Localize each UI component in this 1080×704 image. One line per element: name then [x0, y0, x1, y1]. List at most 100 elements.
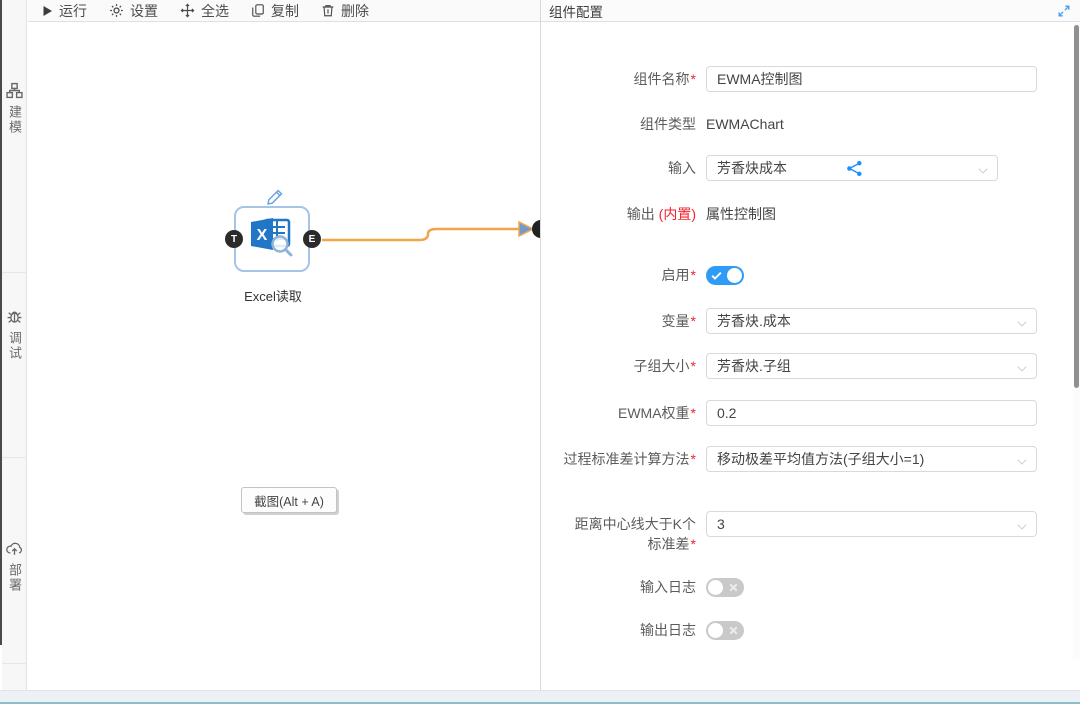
chevron-down-icon	[1018, 363, 1026, 371]
chevron-down-icon	[1018, 318, 1026, 326]
check-icon	[710, 269, 723, 282]
component-name-input[interactable]	[706, 66, 1037, 92]
field-output: 输出 (内置) 属性控制图	[541, 201, 1074, 227]
field-variable: 变量* 芳香炔.成本	[541, 308, 1074, 334]
sidebar-item-debug[interactable]: 调试	[2, 308, 27, 361]
toggle-knob	[708, 623, 723, 638]
node-port-t[interactable]: T	[225, 230, 243, 248]
field-ewma-weight: EWMA权重*	[541, 400, 1074, 426]
excel-icon: X	[249, 216, 295, 263]
sidebar-item-deploy[interactable]: 部署	[2, 540, 27, 593]
select-all-button[interactable]: 全选	[180, 1, 229, 21]
output-log-toggle[interactable]	[706, 621, 744, 640]
node-body[interactable]: X	[234, 206, 310, 272]
field-label: 过程标准差计算方法	[564, 451, 690, 467]
field-label: 子组大小	[634, 358, 690, 374]
field-label: 启用	[662, 267, 690, 283]
sidebar-item-label: 建模	[5, 105, 24, 135]
chevron-down-icon	[1018, 456, 1026, 464]
ewma-weight-input[interactable]	[706, 400, 1037, 426]
field-output-log: 输出日志	[541, 620, 1074, 642]
field-label: EWMA权重	[618, 405, 690, 421]
selected-value: 芳香炔成本	[717, 158, 787, 178]
selected-value: 3	[717, 516, 725, 532]
selected-value: 移动极差平均值方法(子组大小=1)	[717, 449, 924, 469]
field-label: 组件名称	[634, 71, 690, 87]
selected-value: 芳香炔.子组	[717, 356, 791, 376]
gear-icon	[109, 3, 124, 18]
tool-label: 复制	[271, 1, 299, 21]
selected-value: 芳香炔.成本	[717, 311, 791, 331]
k-sigma-select[interactable]: 3	[706, 511, 1037, 537]
play-icon	[42, 5, 53, 17]
share-icon[interactable]	[846, 160, 863, 182]
field-component-type: 组件类型 EWMAChart	[541, 111, 1074, 137]
chevron-down-icon	[979, 165, 987, 173]
excel-read-node[interactable]: X T E Excel读取	[233, 183, 373, 333]
run-button[interactable]: 运行	[42, 1, 87, 21]
field-label: 组件类型	[640, 116, 696, 132]
subgroup-size-select[interactable]: 芳香炔.子组	[706, 353, 1037, 379]
sidebar-divider	[2, 663, 27, 664]
field-label: 距离中心线大于K个标准差	[575, 516, 696, 552]
panel-title: 组件配置	[549, 1, 603, 21]
config-panel: 组件配置 组件名称* 组件类型 EWMAChart 输入 芳香炔成本	[540, 0, 1080, 690]
field-input-log: 输入日志	[541, 577, 1074, 599]
tool-label: 设置	[130, 1, 158, 21]
settings-button[interactable]: 设置	[109, 1, 158, 21]
x-icon	[727, 624, 740, 637]
copy-button[interactable]: 复制	[251, 1, 299, 21]
required-mark: *	[691, 71, 696, 87]
required-mark: *	[691, 358, 696, 374]
bottom-status-bar	[0, 690, 1080, 704]
connection-wire	[28, 23, 540, 690]
field-std-method: 过程标准差计算方法* 移动极差平均值方法(子组大小=1)	[541, 446, 1074, 492]
window-left-edge	[0, 0, 2, 645]
delete-button[interactable]: 删除	[321, 1, 369, 21]
input-log-toggle[interactable]	[706, 578, 744, 597]
field-input: 输入 芳香炔成本	[541, 155, 1074, 181]
enable-toggle[interactable]	[706, 266, 744, 285]
toggle-knob	[727, 268, 742, 283]
sidebar-item-label: 部署	[5, 563, 24, 593]
config-panel-header: 组件配置	[541, 0, 1080, 22]
move-icon	[180, 3, 195, 18]
field-k-sigma: 距离中心线大于K个标准差* 3	[541, 511, 1074, 557]
chevron-down-icon	[1018, 521, 1026, 529]
tool-label: 全选	[201, 1, 229, 21]
field-label: 变量	[662, 313, 690, 329]
canvas-toolbar: 运行 设置 全选	[28, 0, 540, 22]
sidebar-divider	[2, 272, 27, 273]
sidebar-item-modeling[interactable]: 建模	[2, 82, 27, 135]
expand-panel-icon[interactable]	[1057, 4, 1071, 18]
field-label: 输入	[668, 160, 696, 176]
x-icon	[727, 581, 740, 594]
required-mark: *	[691, 267, 696, 283]
screenshot-tooltip: 截图(Alt + A)	[241, 487, 337, 513]
field-enable: 启用*	[541, 265, 1074, 287]
toggle-knob	[708, 580, 723, 595]
left-sidebar: 建模 调试 部署	[2, 0, 27, 690]
builtin-tag: (内置)	[659, 206, 696, 222]
panel-scrollbar[interactable]	[1073, 23, 1080, 660]
tool-label: 运行	[59, 1, 87, 21]
field-label: 输入日志	[640, 579, 696, 595]
config-form: 组件名称* 组件类型 EWMAChart 输入 芳香炔成本	[541, 23, 1074, 658]
node-port-e[interactable]: E	[303, 230, 321, 248]
svg-text:X: X	[257, 227, 268, 244]
std-method-select[interactable]: 移动极差平均值方法(子组大小=1)	[706, 446, 1037, 472]
panel-scrollbar-thumb[interactable]	[1074, 25, 1079, 388]
required-mark: *	[691, 536, 696, 552]
tool-label: 删除	[341, 1, 369, 21]
required-mark: *	[691, 451, 696, 467]
required-mark: *	[691, 313, 696, 329]
variable-select[interactable]: 芳香炔.成本	[706, 308, 1037, 334]
flow-canvas[interactable]: X T E Excel读取 截图(Alt + A)	[28, 23, 540, 690]
sidebar-item-label: 调试	[5, 331, 24, 361]
sitemap-icon	[6, 82, 23, 99]
component-type-value: EWMAChart	[706, 116, 784, 132]
field-label: 输出	[627, 206, 655, 222]
bug-icon	[6, 308, 23, 325]
cloud-upload-icon	[6, 540, 23, 557]
field-subgroup-size: 子组大小* 芳香炔.子组	[541, 353, 1074, 379]
